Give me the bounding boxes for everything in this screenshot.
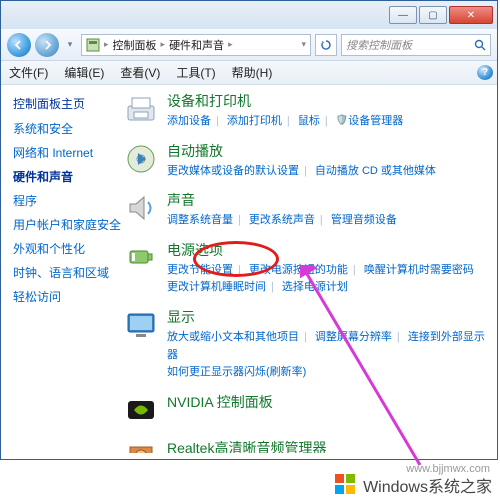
breadcrumb-sep: ▸ — [104, 39, 109, 50]
maximize-button[interactable]: ▢ — [419, 6, 447, 24]
task-link[interactable]: 自动播放 CD 或其他媒体 — [315, 165, 436, 177]
task-link[interactable]: 调整屏幕分辨率 — [315, 331, 392, 343]
menu-edit[interactable]: 编辑(E) — [56, 64, 112, 81]
display-icon — [123, 307, 159, 343]
category-title[interactable]: 电源选项 — [167, 240, 487, 260]
watermark-text: Windows系统之家 — [363, 473, 492, 497]
search-placeholder: 搜索控制面板 — [346, 37, 412, 53]
category-links: 调整系统音量| 更改系统声音| 管理音频设备 — [167, 212, 487, 230]
menu-view[interactable]: 查看(V) — [112, 64, 168, 81]
navbar: ▾ ▸ 控制面板 ▸ 硬件和声音 ▸ ▾ 搜索控制面板 — [1, 29, 497, 61]
task-link[interactable]: 鼠标 — [298, 115, 320, 127]
sidebar-item[interactable]: 轻松访问 — [13, 288, 121, 305]
sidebar-item[interactable]: 时钟、语言和区域 — [13, 264, 121, 281]
task-link[interactable]: 选择电源计划 — [282, 281, 348, 293]
sidebar-item[interactable]: 网络和 Internet — [13, 144, 121, 161]
category-title[interactable]: 显示 — [167, 307, 487, 327]
titlebar: — ▢ ✕ — [1, 1, 497, 29]
task-link[interactable]: 放大或缩小文本和其他项目 — [167, 331, 299, 343]
help-icon: ? — [477, 65, 493, 80]
help-button[interactable]: ? — [473, 61, 497, 85]
minimize-button[interactable]: — — [389, 6, 417, 24]
address-dropdown[interactable]: ▾ — [301, 39, 306, 50]
sidebar: 控制面板主页 系统和安全 网络和 Internet 硬件和声音 程序 用户帐户和… — [1, 85, 121, 459]
content-scroll[interactable]: 设备和打印机 添加设备| 添加打印机| 鼠标| 🛡️设备管理器 — [123, 91, 491, 453]
category-title[interactable]: 声音 — [167, 190, 487, 210]
category-autoplay: 自动播放 更改媒体或设备的默认设置| 自动播放 CD 或其他媒体 — [123, 141, 487, 181]
task-link[interactable]: 设备管理器 — [348, 115, 403, 127]
category-links: 添加设备| 添加打印机| 鼠标| 🛡️设备管理器 — [167, 113, 487, 131]
category-realtek: Realtek高清晰音频管理器 — [123, 438, 487, 453]
category-links: 更改媒体或设备的默认设置| 自动播放 CD 或其他媒体 — [167, 163, 487, 181]
breadcrumb-root[interactable]: 控制面板 — [113, 37, 157, 53]
windows-logo-icon — [335, 474, 357, 496]
task-link[interactable]: 管理音频设备 — [331, 214, 397, 226]
task-link[interactable]: 更改计算机睡眠时间 — [167, 281, 266, 293]
category-sound: 声音 调整系统音量| 更改系统声音| 管理音频设备 — [123, 190, 487, 230]
address-bar[interactable]: ▸ 控制面板 ▸ 硬件和声音 ▸ ▾ — [81, 34, 311, 56]
close-button[interactable]: ✕ — [449, 6, 493, 24]
sidebar-heading[interactable]: 控制面板主页 — [13, 95, 121, 112]
category-devices: 设备和打印机 添加设备| 添加打印机| 鼠标| 🛡️设备管理器 — [123, 91, 487, 131]
category-links: 更改节能设置| 更改电源按钮的功能| 唤醒计算机时需要密码 更改计算机睡眠时间|… — [167, 262, 487, 297]
breadcrumb-sep: ▸ — [228, 39, 233, 50]
category-title[interactable]: 自动播放 — [167, 141, 487, 161]
search-icon — [474, 39, 486, 51]
nvidia-icon — [123, 392, 159, 428]
category-title[interactable]: Realtek高清晰音频管理器 — [167, 438, 487, 453]
menubar: 文件(F) 编辑(E) 查看(V) 工具(T) 帮助(H) ? — [1, 61, 497, 85]
history-dropdown[interactable]: ▾ — [63, 39, 77, 50]
task-link[interactable]: 更改系统声音 — [249, 214, 315, 226]
task-link[interactable]: 添加打印机 — [227, 115, 282, 127]
sidebar-item[interactable]: 程序 — [13, 192, 121, 209]
sidebar-item-current[interactable]: 硬件和声音 — [13, 168, 121, 185]
menu-tools[interactable]: 工具(T) — [168, 64, 223, 81]
category-display: 显示 放大或缩小文本和其他项目| 调整屏幕分辨率| 连接到外部显示器 如何更正显… — [123, 307, 487, 382]
category-links: 放大或缩小文本和其他项目| 调整屏幕分辨率| 连接到外部显示器 如何更正显示器闪… — [167, 329, 487, 382]
task-link[interactable]: 如何更正显示器闪烁(刷新率) — [167, 366, 306, 378]
watermark: Windows系统之家 — [335, 473, 492, 497]
realtek-icon — [123, 438, 159, 453]
body: 控制面板主页 系统和安全 网络和 Internet 硬件和声音 程序 用户帐户和… — [1, 85, 497, 459]
control-panel-icon — [86, 38, 100, 52]
category-power: 电源选项 更改节能设置| 更改电源按钮的功能| 唤醒计算机时需要密码 更改计算机… — [123, 240, 487, 297]
sidebar-item[interactable]: 系统和安全 — [13, 120, 121, 137]
category-nvidia: NVIDIA 控制面板 — [123, 392, 487, 428]
task-link[interactable]: 添加设备 — [167, 115, 211, 127]
autoplay-icon — [123, 141, 159, 177]
control-panel-window: — ▢ ✕ ▾ ▸ 控制面板 ▸ 硬件和声音 ▸ ▾ 搜索控制面板 — [0, 0, 498, 460]
back-button[interactable] — [7, 33, 31, 57]
refresh-button[interactable] — [315, 34, 337, 56]
sidebar-item[interactable]: 外观和个性化 — [13, 240, 121, 257]
breadcrumb-leaf[interactable]: 硬件和声音 — [169, 37, 224, 53]
sound-icon — [123, 190, 159, 226]
task-link[interactable]: 更改节能设置 — [167, 264, 233, 276]
menu-help[interactable]: 帮助(H) — [224, 64, 281, 81]
sidebar-item[interactable]: 用户帐户和家庭安全 — [13, 216, 121, 233]
task-link[interactable]: 更改电源按钮的功能 — [249, 264, 348, 276]
task-link[interactable]: 唤醒计算机时需要密码 — [364, 264, 474, 276]
devices-printers-icon — [123, 91, 159, 127]
forward-button[interactable] — [35, 33, 59, 57]
category-title[interactable]: 设备和打印机 — [167, 91, 487, 111]
category-title[interactable]: NVIDIA 控制面板 — [167, 392, 487, 412]
task-link[interactable]: 调整系统音量 — [167, 214, 233, 226]
breadcrumb-sep: ▸ — [161, 39, 166, 50]
search-box[interactable]: 搜索控制面板 — [341, 34, 491, 56]
content: 设备和打印机 添加设备| 添加打印机| 鼠标| 🛡️设备管理器 — [121, 85, 497, 459]
task-link[interactable]: 更改媒体或设备的默认设置 — [167, 165, 299, 177]
power-options-icon — [123, 240, 159, 276]
menu-file[interactable]: 文件(F) — [1, 64, 56, 81]
shield-icon: 🛡️ — [336, 115, 348, 126]
